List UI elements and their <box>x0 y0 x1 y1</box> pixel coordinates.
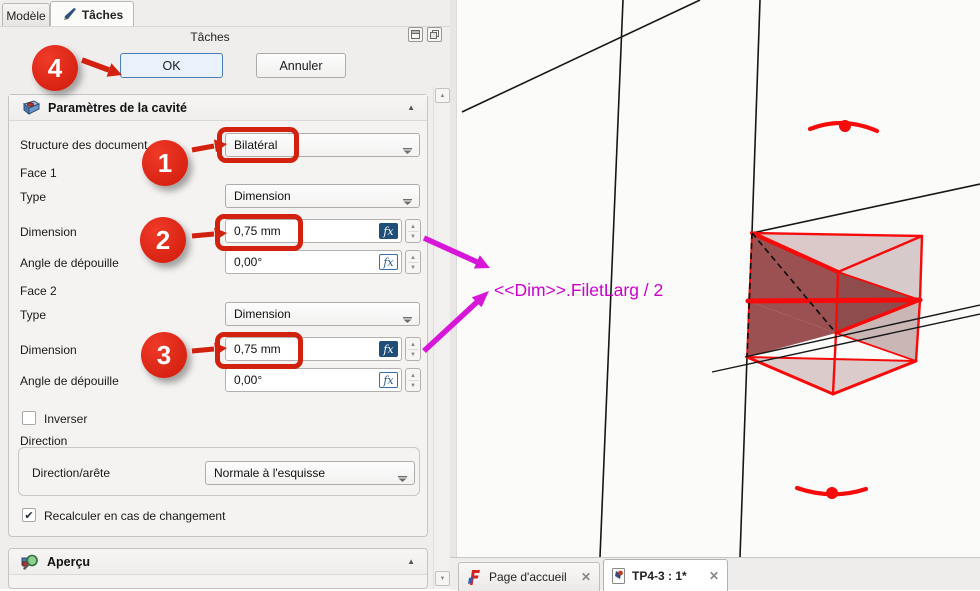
type1-value: Dimension <box>234 189 291 203</box>
doc-tab-home[interactable]: Page d'accueil ✕ <box>458 562 600 591</box>
angle1-input[interactable]: 0,00° fx <box>225 250 402 274</box>
inverser-label: Inverser <box>44 412 87 426</box>
spinner-down-icon[interactable]: ▼ <box>406 231 420 242</box>
ok-button-label: OK <box>162 59 180 73</box>
dimension1-stepper[interactable]: ▲ ▼ <box>405 219 421 243</box>
face1-label: Face 1 <box>20 166 57 180</box>
step-number: 1 <box>158 148 172 179</box>
step-badge-4: 4 <box>32 45 78 91</box>
angle1-label: Angle de dépouille <box>20 256 119 270</box>
angle2-stepper[interactable]: ▲ ▼ <box>405 368 421 392</box>
doc-tab-tp4[interactable]: TP4-3 : 1* ✕ <box>603 559 728 591</box>
fx-equation-button[interactable]: fx <box>379 341 398 357</box>
collapse-arrow-icon[interactable]: ▲ <box>407 103 415 112</box>
tab-taches-label: Tâches <box>82 8 123 22</box>
float-panel-button[interactable] <box>427 27 442 42</box>
arrow-down-icon: ▼ <box>440 576 446 582</box>
home-page-icon <box>467 569 482 586</box>
chevron-down-icon <box>403 194 412 208</box>
cavity-feature-icon <box>21 100 40 115</box>
cavity-preview-solid <box>747 233 922 394</box>
angle1-value: 0,00° <box>234 255 262 269</box>
fx-equation-button[interactable]: fx <box>379 254 398 270</box>
step-badge-1: 1 <box>142 140 188 186</box>
document-tabbar: Page d'accueil ✕ TP4-3 : 1* ✕ <box>450 557 980 590</box>
arrow-up-icon: ▲ <box>440 93 446 99</box>
preview-magnifier-icon <box>21 554 39 570</box>
panel-title: Tâches <box>0 30 420 44</box>
application-window: Modèle Tâches Tâches OK Annuler <box>0 0 980 589</box>
ok-button[interactable]: OK <box>120 53 223 78</box>
inverser-checkbox[interactable] <box>22 411 36 425</box>
cancel-button-label: Annuler <box>279 59 322 73</box>
chevron-down-icon <box>403 143 412 157</box>
dimension2-label: Dimension <box>20 343 77 357</box>
3d-scene-canvas[interactable] <box>456 0 980 557</box>
cancel-button[interactable]: Annuler <box>256 53 346 78</box>
type1-dropdown[interactable]: Dimension <box>225 184 420 208</box>
angle2-label: Angle de dépouille <box>20 374 119 388</box>
model-viewport[interactable]: Page d'accueil ✕ TP4-3 : 1* ✕ <box>450 0 980 589</box>
chevron-down-icon <box>403 312 412 326</box>
pencil-icon <box>61 8 77 22</box>
fx-equation-button[interactable]: fx <box>379 223 398 239</box>
document-icon <box>612 568 625 584</box>
type2-dropdown[interactable]: Dimension <box>225 302 420 326</box>
type1-label: Type <box>20 190 46 204</box>
chevron-down-icon <box>398 471 407 485</box>
collapse-arrow-icon[interactable]: ▲ <box>407 557 415 566</box>
tab-strip-divider <box>0 26 455 27</box>
panel-scrollbar[interactable]: ▲ ▼ <box>433 87 451 589</box>
step-number: 3 <box>157 340 171 371</box>
dock-panel-button[interactable] <box>408 27 423 42</box>
direction-edge-label: Direction/arête <box>32 466 110 480</box>
preview-section: Aperçu ▲ <box>8 548 428 589</box>
spline-handle-top[interactable] <box>810 120 877 132</box>
direction-edge-value: Normale à l'esquisse <box>214 466 325 480</box>
preview-section-title: Aperçu <box>47 555 90 569</box>
highlight-box-dimension1 <box>215 214 303 251</box>
angle1-stepper[interactable]: ▲ ▼ <box>405 250 421 274</box>
preview-section-header[interactable]: Aperçu ▲ <box>9 549 427 575</box>
angle2-value: 0,00° <box>234 373 262 387</box>
angle2-input[interactable]: 0,00° fx <box>225 368 402 392</box>
scroll-up-button[interactable]: ▲ <box>435 88 450 103</box>
step-badge-2: 2 <box>140 217 186 263</box>
cavity-section-header[interactable]: Paramètres de la cavité ▲ <box>9 95 427 121</box>
tab-modele-label: Modèle <box>6 9 45 23</box>
tab-taches[interactable]: Tâches <box>50 1 134 27</box>
spline-handle-bottom[interactable] <box>797 487 866 499</box>
face2-label: Face 2 <box>20 284 57 298</box>
step-number: 4 <box>48 53 62 84</box>
doc-tab-tp4-label: TP4-3 : 1* <box>632 569 687 583</box>
tab-modele[interactable]: Modèle <box>2 3 50 27</box>
structure-label: Structure des document <box>20 138 147 152</box>
doc-tab-home-label: Page d'accueil <box>489 570 567 584</box>
dimension2-stepper[interactable]: ▲ ▼ <box>405 337 421 361</box>
spinner-down-icon[interactable]: ▼ <box>406 262 420 273</box>
step-number: 2 <box>156 225 170 256</box>
close-icon[interactable]: ✕ <box>581 570 591 584</box>
tasks-panel: Modèle Tâches Tâches OK Annuler <box>0 0 455 589</box>
recalc-checkbox[interactable]: ✔ <box>22 508 36 522</box>
type2-value: Dimension <box>234 307 291 321</box>
cavity-section-title: Paramètres de la cavité <box>48 101 187 115</box>
dimension1-label: Dimension <box>20 225 77 239</box>
scroll-down-button[interactable]: ▼ <box>435 571 450 586</box>
fx-equation-button[interactable]: fx <box>379 372 398 388</box>
spinner-down-icon[interactable]: ▼ <box>406 380 420 391</box>
check-icon: ✔ <box>24 509 33 522</box>
recalc-label: Recalculer en cas de changement <box>44 509 225 523</box>
step-badge-3: 3 <box>141 332 187 378</box>
highlight-box-structure <box>217 127 299 163</box>
direction-edge-dropdown[interactable]: Normale à l'esquisse <box>205 461 415 485</box>
type2-label: Type <box>20 308 46 322</box>
close-icon[interactable]: ✕ <box>709 569 719 583</box>
direction-label: Direction <box>20 434 67 448</box>
spinner-down-icon[interactable]: ▼ <box>406 349 420 360</box>
highlight-box-dimension2 <box>215 332 303 369</box>
